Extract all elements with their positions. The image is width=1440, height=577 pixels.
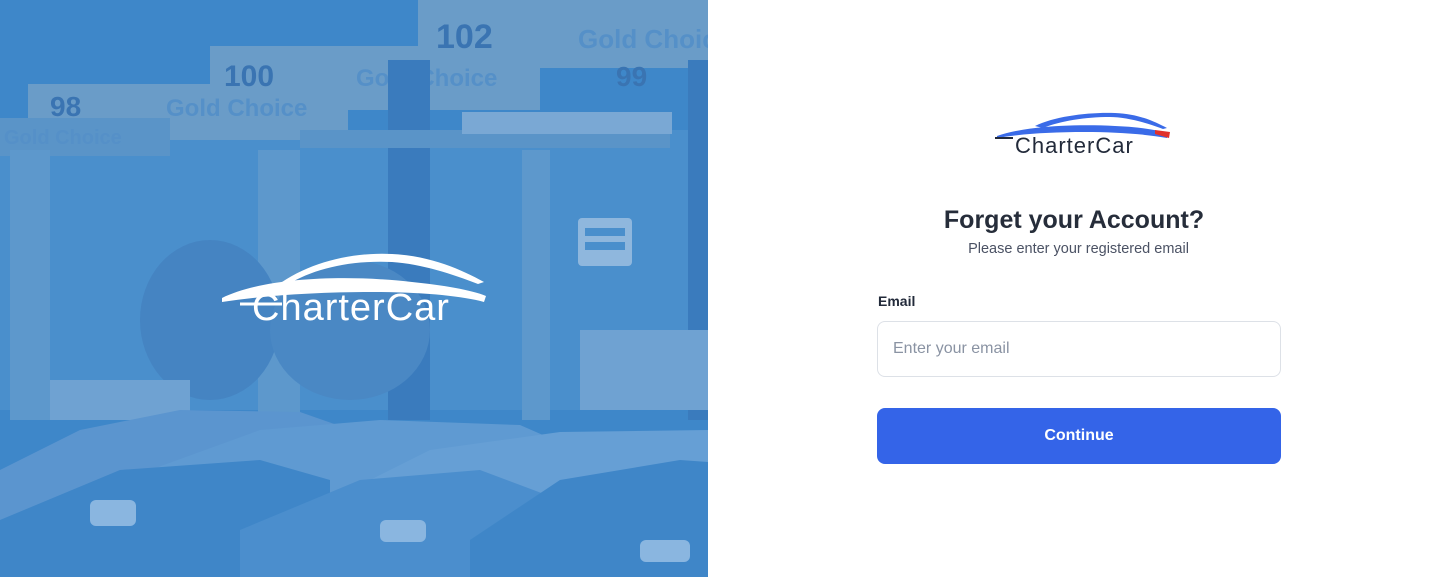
email-field bbox=[877, 321, 1281, 377]
brand-logo: CharterCar bbox=[995, 112, 1171, 160]
sign-number: 98 bbox=[50, 91, 81, 122]
hero-logo: CharterCar bbox=[222, 252, 488, 328]
sign-number: 102 bbox=[436, 18, 493, 56]
sign-text: Gold Choice bbox=[578, 24, 708, 54]
continue-button[interactable]: Continue bbox=[877, 408, 1281, 464]
sign-text: Gold Choice bbox=[4, 127, 122, 149]
sign-text: Gold Choice bbox=[166, 95, 307, 122]
email-input[interactable] bbox=[878, 322, 1263, 376]
brand-name: CharterCar bbox=[1015, 133, 1134, 158]
page-subtitle: Please enter your registered email bbox=[968, 241, 1189, 257]
hero-panel: 102 100 98 99 Gold Choice Gold Choice Go… bbox=[0, 0, 708, 577]
forgot-account-panel: CharterCar Forget your Account? Please e… bbox=[708, 0, 1440, 577]
page-title: Forget your Account? bbox=[943, 206, 1205, 234]
sign-number: 100 bbox=[224, 60, 274, 93]
sign-number: 99 bbox=[616, 61, 647, 92]
email-label: Email bbox=[878, 293, 916, 309]
hero-brand-name: CharterCar bbox=[252, 287, 450, 329]
